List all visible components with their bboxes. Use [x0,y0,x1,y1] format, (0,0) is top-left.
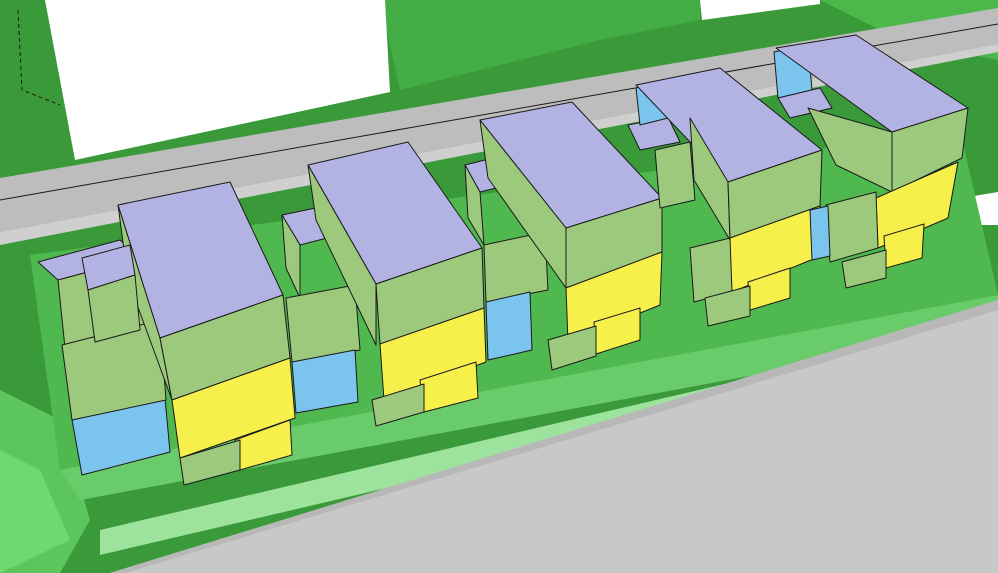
unit-3-glass-lower [485,291,533,361]
massing-model-scene [0,0,998,573]
3d-viewport[interactable] [0,0,998,573]
unit-2-mid-wall [285,284,361,363]
unit-4-back-wall [654,141,696,209]
unit-5-glass-lower [809,205,831,261]
